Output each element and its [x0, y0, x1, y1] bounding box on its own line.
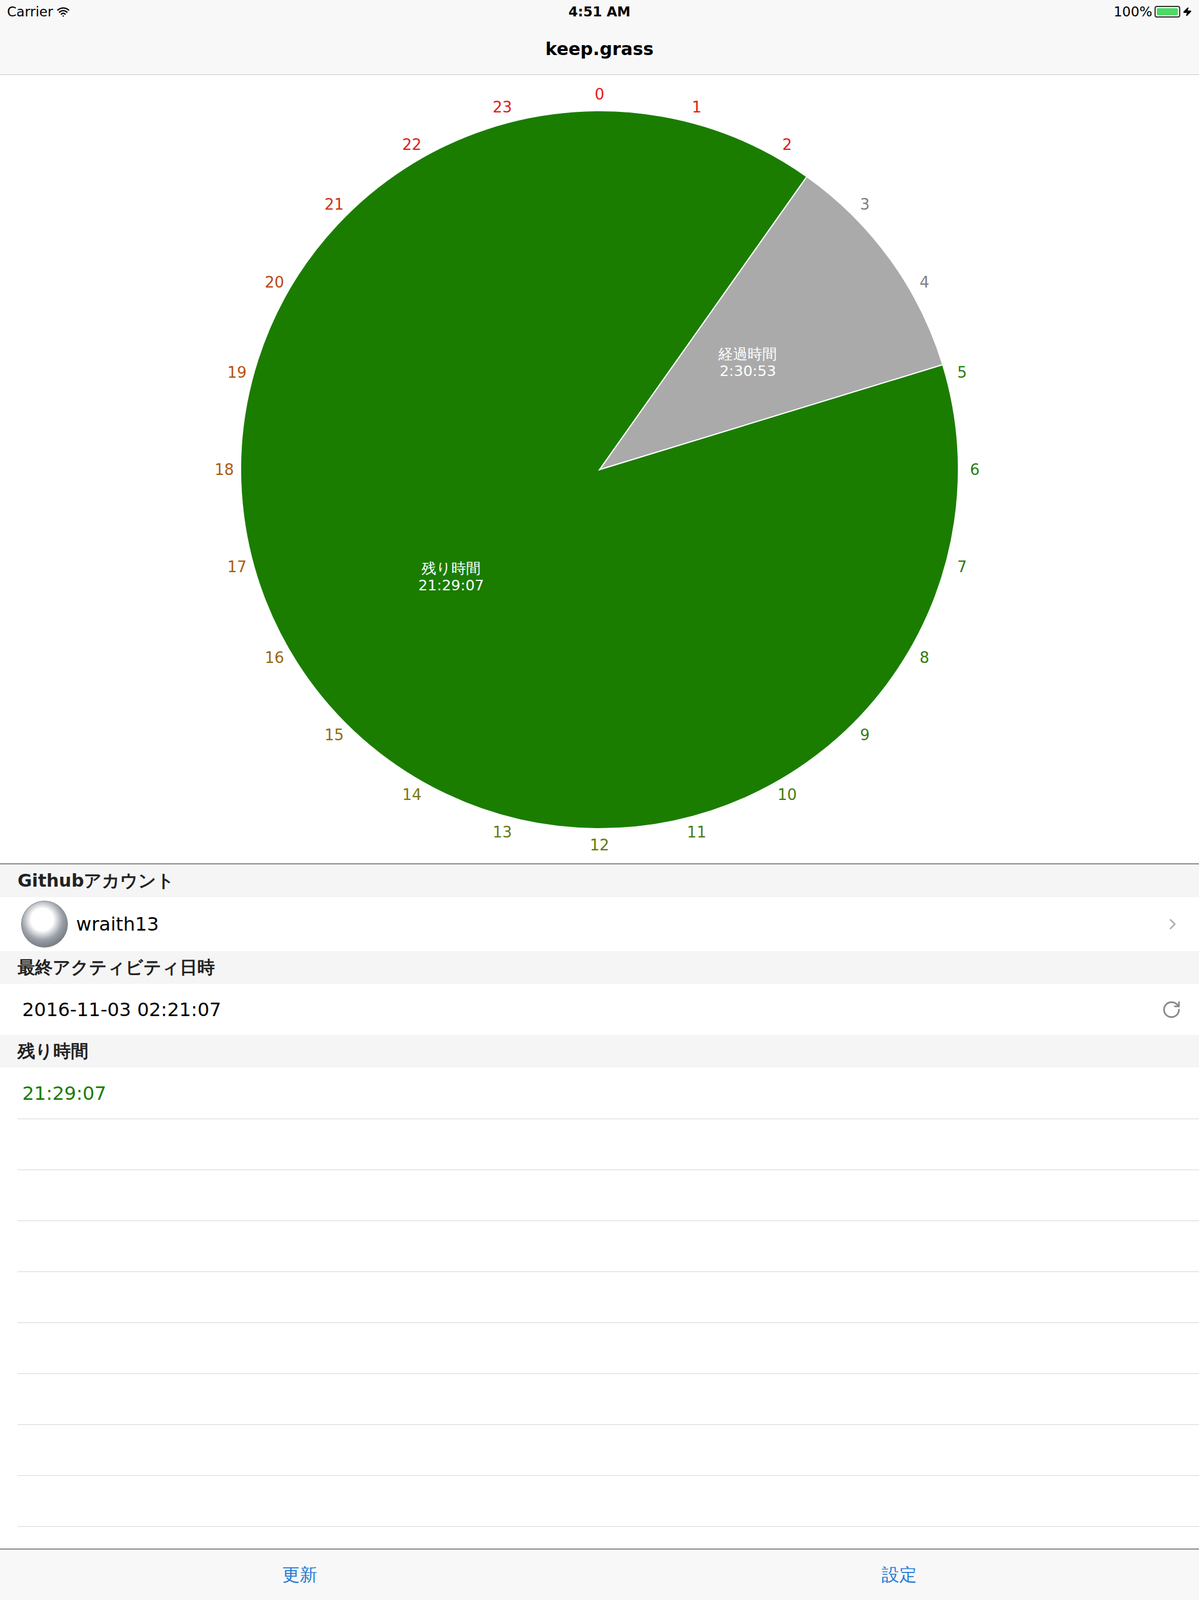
toolbar-button[interactable]: 更新: [0, 1549, 600, 1600]
account-row[interactable]: wraith13: [0, 896, 1199, 951]
refresh-icon[interactable]: [1161, 999, 1182, 1020]
toolbar-button[interactable]: 設定: [599, 1549, 1199, 1600]
battery-status: 100%: [630, 4, 1192, 20]
hour-label: 4: [919, 273, 930, 291]
carrier: Carrier: [7, 4, 569, 20]
section-header: 最終アクティビティ日時: [0, 950, 1199, 984]
section-header: Githubアカウント: [0, 864, 1199, 897]
hour-label: 20: [264, 273, 284, 291]
slice-label: 経過時間2:30:53: [717, 345, 777, 380]
hour-label: 19: [227, 363, 247, 382]
row-value: 21:29:07: [22, 1081, 1182, 1105]
row-value: 2016-11-03 02:21:07: [22, 998, 1154, 1021]
battery-reading: 100%: [1113, 4, 1153, 20]
chevron-icon: [1163, 915, 1182, 933]
chart-area: 経過時間2:30:53残り時間21:29:0701234567891011121…: [0, 74, 1199, 865]
hour-label: 11: [686, 823, 707, 841]
nav-title: keep.grass: [545, 38, 654, 60]
battery-icon: [1154, 5, 1181, 18]
toolbar: 更新設定: [0, 1547, 1199, 1600]
clock: 4:51 AM: [568, 4, 631, 20]
hour-label: 2: [782, 135, 793, 154]
hour-label: 16: [264, 648, 284, 667]
time-pie-chart: 経過時間2:30:53残り時間21:29:0701234567891011121…: [0, 74, 1199, 863]
hour-label: 5: [957, 363, 968, 382]
navigation-bar: keep.grass: [0, 23, 1199, 75]
hour-label: 1: [692, 98, 702, 116]
hour-label: 17: [227, 557, 247, 576]
charging-icon: [1182, 7, 1192, 17]
empty-rows: [17, 1118, 1199, 1548]
battery-fill: [1156, 8, 1178, 16]
hour-label: 10: [777, 785, 797, 804]
hour-label: 3: [860, 195, 870, 214]
avatar: [21, 900, 68, 948]
hour-label: 14: [402, 785, 422, 804]
hour-label: 15: [324, 725, 344, 744]
carrier-name: Carrier: [7, 4, 54, 20]
hour-label: 8: [919, 648, 930, 667]
row-value: wraith13: [76, 912, 1156, 935]
hour-label: 22: [402, 135, 422, 154]
info-list: Githubアカウント wraith13 最終アクティビティ日時 2016-11-03…: [0, 864, 1199, 1548]
hour-label: 7: [957, 557, 968, 576]
hour-label: 0: [594, 85, 605, 104]
hour-label: 9: [860, 725, 870, 744]
hour-label: 21: [324, 195, 344, 214]
hour-label: 18: [214, 460, 234, 479]
hour-label: 6: [970, 460, 981, 479]
pie-slice: [240, 110, 959, 829]
app-screen: Carrier 4:51 AM 100% keep.grass 経過時間2:30:53 残…: [0, 0, 1199, 1600]
timestamp-row[interactable]: 2016-11-03 02:21:07: [0, 983, 1199, 1035]
section-header: 残り時間: [0, 1034, 1199, 1068]
hour-label: 12: [589, 836, 609, 854]
remaining-row: 21:29:07: [0, 1067, 1199, 1119]
hour-label: 13: [492, 823, 513, 841]
slice-label: 残り時間21:29:07: [418, 559, 484, 594]
wifi-icon: [56, 5, 70, 19]
status-bar: Carrier 4:51 AM 100%: [0, 0, 1199, 24]
hour-label: 23: [492, 98, 513, 116]
